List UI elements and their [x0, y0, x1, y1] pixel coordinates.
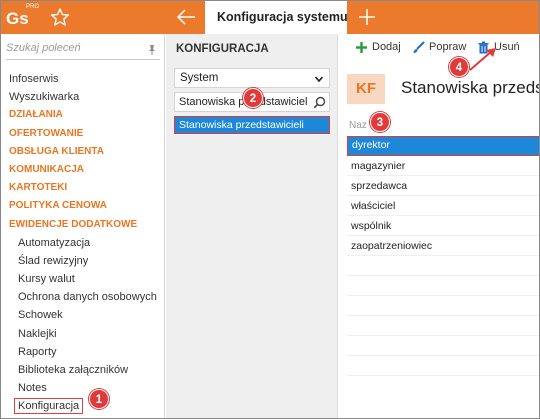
callout-badge-1: 1 [89, 389, 109, 409]
sidebar-item-kursy-walut[interactable]: Kursy walut [0, 270, 165, 288]
empty-row [347, 256, 540, 276]
sidebar-item-ochrona-danych[interactable]: Ochrona danych osobowych [0, 288, 165, 306]
sidebar-category-obsluga-klienta[interactable]: OBSŁUGA KLIENTA [0, 143, 165, 161]
sidebar-item-label: Kursy walut [18, 273, 75, 286]
toolbar: Dodaj Popraw Usuń [339, 34, 540, 62]
empty-row [347, 356, 540, 376]
list-item[interactable]: zaopatrzeniowiec [347, 236, 540, 256]
sidebar-category-ofertowanie[interactable]: OFERTOWANIE [0, 125, 165, 143]
sidebar-category-label: OFERTOWANIE [9, 127, 84, 139]
app-logo[interactable]: PRO Gs [6, 4, 39, 30]
sidebar-item-slad-rewizyjny[interactable]: Ślad rewizyjny [0, 252, 165, 270]
module-avatar: KF [347, 74, 385, 104]
sidebar-item-label: Konfiguracja [14, 398, 84, 415]
sidebar-item-label: Notes [18, 382, 47, 395]
sidebar-item-notes[interactable]: Notes [0, 379, 165, 397]
list-item[interactable]: właściciel [347, 196, 540, 216]
empty-row [347, 336, 540, 356]
list-item[interactable]: magazynier [347, 156, 540, 176]
sidebar-category-label: DZIAŁANIA [9, 109, 63, 121]
sidebar-category-label: POLITYKA CENOWA [9, 200, 107, 212]
search-icon[interactable] [313, 96, 326, 109]
panel-title: KONFIGURACJA [176, 43, 269, 55]
callout-badge-2: 2 [243, 88, 263, 108]
sidebar: Infoserwis Wyszukiwarka DZIAŁANIA OFERTO… [0, 34, 165, 419]
command-search-input[interactable] [6, 42, 136, 54]
sidebar-item-label: Raporty [18, 345, 57, 358]
add-button-label: Dodaj [372, 41, 401, 53]
page-title: Stanowiska przeds [401, 78, 540, 97]
section-select-value: System [180, 72, 219, 84]
sidebar-item-label: Ślad rewizyjny [18, 254, 89, 267]
top-bar: PRO Gs Konfiguracja systemu [0, 0, 540, 34]
sidebar-item-label: Naklejki [18, 327, 57, 340]
list-item[interactable]: wspólnik [347, 216, 540, 236]
star-icon[interactable] [50, 7, 70, 27]
pin-icon[interactable] [146, 44, 158, 56]
positions-list: dyrektor magazynier sprzedawca właścicie… [347, 136, 540, 376]
chevron-down-icon [314, 76, 324, 83]
sidebar-item-wyszukiwarka[interactable]: Wyszukiwarka [0, 88, 165, 106]
sidebar-category-label: KARTOTEKI [9, 182, 68, 194]
sidebar-item-infoserwis[interactable]: Infoserwis [0, 70, 165, 88]
sidebar-item-schowek[interactable]: Schowek [0, 306, 165, 324]
sidebar-category-kartoteki[interactable]: KARTOTEKI [0, 179, 165, 197]
list-item-selected[interactable]: dyrektor [347, 136, 540, 156]
sidebar-category-dzialania[interactable]: DZIAŁANIA [0, 106, 165, 124]
sidebar-category-komunikacja[interactable]: KOMUNIKACJA [0, 161, 165, 179]
sidebar-item-label: Schowek [18, 309, 63, 322]
sidebar-item-label: Wyszukiwarka [9, 91, 80, 104]
sidebar-item-biblioteka-zalacznikow[interactable]: Biblioteka załączników [0, 361, 165, 379]
sidebar-item-label: Biblioteka załączników [18, 364, 129, 376]
brush-icon [413, 41, 425, 53]
sidebar-category-label: EWIDENCJE DODATKOWE [9, 218, 138, 230]
sidebar-category-label: OBSŁUGA KLIENTA [9, 145, 104, 157]
sidebar-category-polityka-cenowa[interactable]: POLITYKA CENOWA [0, 197, 165, 215]
section-select[interactable]: System [174, 68, 330, 88]
detail-panel: Dodaj Popraw Usuń KF Stanowiska przeds N… [339, 34, 540, 419]
back-arrow-icon[interactable] [176, 8, 196, 26]
logo-text: Gs [6, 9, 29, 28]
sidebar-item-naklejki[interactable]: Naklejki [0, 325, 165, 343]
sidebar-category-ewidencje-dodatkowe[interactable]: EWIDENCJE DODATKOWE [0, 216, 165, 234]
sidebar-category-label: KOMUNIKACJA [9, 163, 84, 175]
empty-row [347, 316, 540, 336]
callout-arrow-icon [469, 48, 496, 71]
column-header-name[interactable]: Naz [349, 120, 367, 131]
command-search [6, 42, 160, 60]
empty-row [347, 296, 540, 316]
sidebar-item-label: Automatyzacja [18, 236, 91, 249]
empty-row [347, 276, 540, 296]
sidebar-item-raporty[interactable]: Raporty [0, 343, 165, 361]
list-item[interactable]: sprzedawca [347, 176, 540, 196]
tab-konfiguracja-systemu[interactable]: Konfiguracja systemu [205, 0, 348, 34]
sidebar-item-label: Ochrona danych osobowych [18, 291, 157, 304]
plus-icon [356, 42, 367, 53]
callout-badge-3: 3 [370, 112, 390, 132]
sidebar-item-automatyzacja[interactable]: Automatyzacja [0, 234, 165, 252]
edit-button-label: Popraw [429, 41, 467, 53]
config-item-stanowiska[interactable]: Stanowiska przedstawicieli [174, 116, 330, 134]
sidebar-item-label: Infoserwis [9, 73, 59, 85]
sidebar-item-konfiguracja[interactable]: Konfiguracja [0, 397, 165, 415]
add-tab-icon[interactable] [357, 7, 377, 27]
sidebar-menu: Infoserwis Wyszukiwarka DZIAŁANIA OFERTO… [0, 70, 165, 416]
